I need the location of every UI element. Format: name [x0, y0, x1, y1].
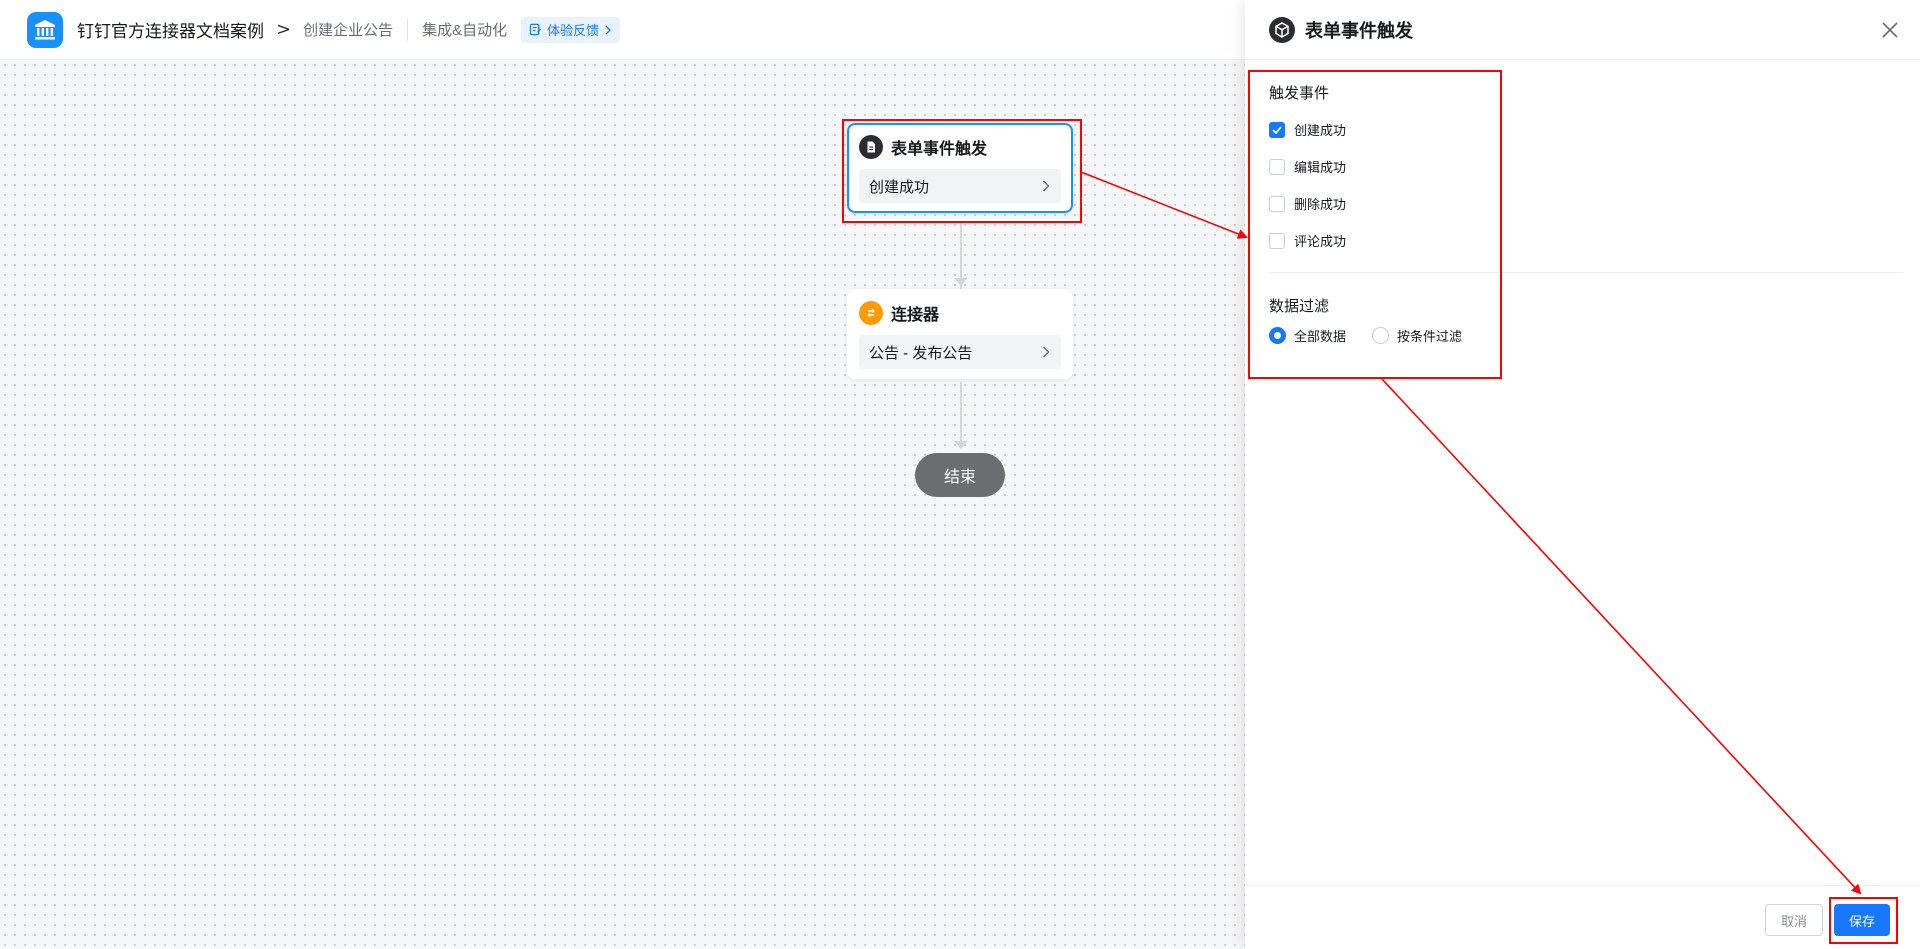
radio-label: 全部数据	[1294, 329, 1347, 344]
connector-node-value-text: 公告 - 发布公告	[869, 344, 973, 362]
app-name[interactable]: 钉钉官方连接器文档案例	[77, 17, 264, 42]
checkbox-label: 创建成功	[1294, 123, 1347, 138]
connector-node-title: 连接器	[891, 307, 940, 324]
app-logo[interactable]	[27, 11, 63, 48]
radio-all-data[interactable]: 全部数据	[1269, 326, 1346, 345]
checkbox-delete-success[interactable]: 删除成功	[1269, 194, 1346, 213]
data-filter-title: 数据过滤	[1269, 298, 1330, 315]
drawer-footer: 取消 保存	[1245, 885, 1920, 949]
flow-connector-arrow	[954, 441, 968, 449]
app-root: 钉钉官方连接器文档案例 > 创建企业公告 集成&自动化 体验反馈 表单事件触发 …	[0, 0, 1920, 949]
connector-node-header: 连接器	[859, 301, 1061, 325]
cube-icon	[1269, 16, 1295, 43]
drawer-header: 表单事件触发	[1245, 0, 1920, 60]
checkbox-label: 评论成功	[1294, 234, 1347, 249]
end-node[interactable]: 结束	[915, 453, 1005, 497]
flow-canvas[interactable]: 表单事件触发 创建成功 连接器 公告 - 发布公告 结束	[0, 60, 1245, 949]
checkbox-edit-success[interactable]: 编辑成功	[1269, 157, 1346, 176]
connector-icon	[859, 301, 883, 325]
bank-icon	[35, 19, 55, 39]
save-button[interactable]: 保存	[1834, 904, 1890, 936]
form-icon	[859, 135, 883, 159]
chevron-right-icon	[1043, 346, 1050, 358]
checkbox-box[interactable]	[1269, 121, 1285, 138]
radio-label: 按条件过滤	[1397, 329, 1463, 344]
feedback-label: 体验反馈	[547, 23, 600, 38]
checkbox-create-success[interactable]: 创建成功	[1269, 120, 1346, 139]
flow-connector-line	[960, 382, 962, 442]
checkbox-box[interactable]	[1269, 158, 1285, 175]
trigger-node-header: 表单事件触发	[859, 135, 1061, 159]
trigger-node-value-text: 创建成功	[869, 178, 930, 196]
close-icon	[1882, 22, 1898, 38]
cancel-button-label: 取消	[1780, 913, 1807, 929]
checkmark-icon	[1272, 125, 1282, 134]
breadcrumb-separator: >	[276, 19, 292, 40]
flow-connector-arrow	[954, 278, 968, 286]
header-divider	[407, 18, 409, 41]
checkbox-comment-success[interactable]: 评论成功	[1269, 231, 1346, 250]
feedback-icon	[529, 23, 542, 36]
connector-node-value[interactable]: 公告 - 发布公告	[859, 335, 1061, 369]
close-button[interactable]	[1878, 18, 1902, 42]
save-button-label: 保存	[1848, 913, 1875, 929]
cancel-button[interactable]: 取消	[1765, 904, 1823, 936]
trigger-events-title: 触发事件	[1269, 85, 1330, 102]
radio-circle[interactable]	[1372, 327, 1389, 344]
checkbox-label: 删除成功	[1294, 197, 1347, 212]
checkbox-label: 编辑成功	[1294, 160, 1347, 175]
connector-node[interactable]: 连接器 公告 - 发布公告	[847, 289, 1073, 379]
drawer-title: 表单事件触发	[1305, 20, 1413, 41]
top-header: 钉钉官方连接器文档案例 > 创建企业公告 集成&自动化 体验反馈	[0, 0, 1245, 60]
radio-filter-by-condition[interactable]: 按条件过滤	[1372, 326, 1462, 345]
trigger-node-value[interactable]: 创建成功	[859, 169, 1061, 203]
trigger-node-title: 表单事件触发	[891, 141, 988, 158]
radio-circle[interactable]	[1269, 327, 1286, 344]
section-divider	[1269, 272, 1903, 273]
checkbox-box[interactable]	[1269, 195, 1285, 212]
trigger-node[interactable]: 表单事件触发 创建成功	[847, 123, 1073, 213]
feedback-button[interactable]: 体验反馈	[521, 16, 621, 43]
chevron-right-icon	[605, 25, 612, 34]
config-drawer: 表单事件触发 触发事件 创建成功 编辑成功 删除成功 评论成功 数据过滤 全部数…	[1245, 0, 1920, 949]
chevron-right-icon	[1043, 180, 1050, 192]
page-name[interactable]: 创建企业公告	[303, 19, 393, 40]
checkbox-box[interactable]	[1269, 232, 1285, 249]
module-name[interactable]: 集成&自动化	[422, 19, 507, 40]
end-node-label: 结束	[943, 469, 976, 486]
